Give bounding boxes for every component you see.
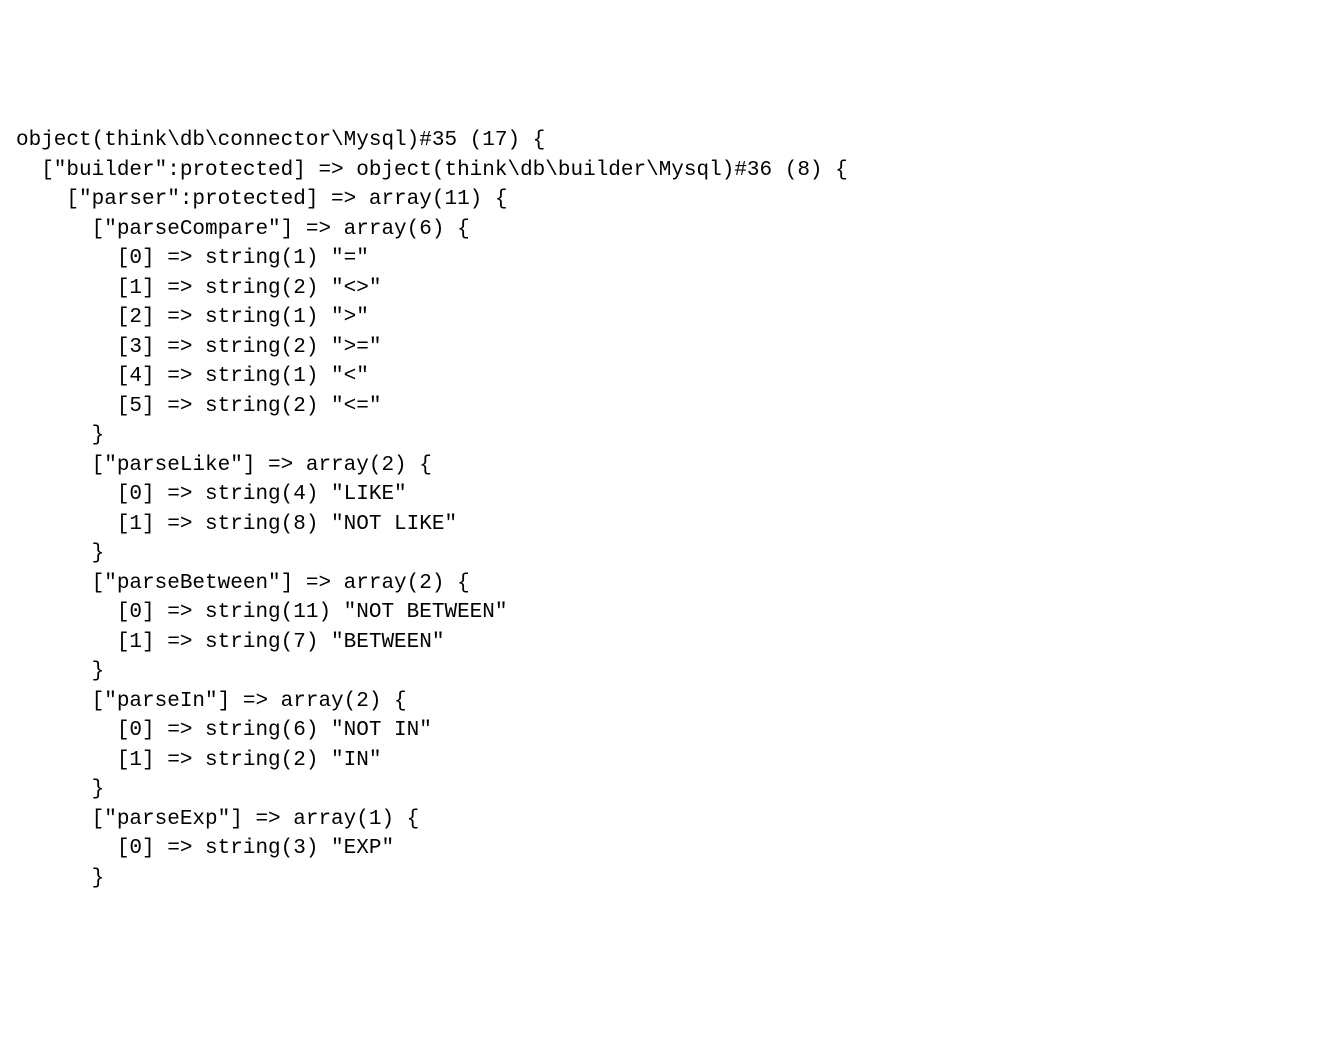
dump-line: [0] => string(6) "NOT IN" <box>16 719 432 742</box>
dump-line: ["parseLike"] => array(2) { <box>16 454 432 477</box>
dump-line: } <box>16 660 104 683</box>
dump-line: [4] => string(1) "<" <box>16 365 369 388</box>
dump-line: } <box>16 778 104 801</box>
dump-line: [0] => string(3) "EXP" <box>16 837 394 860</box>
dump-line: } <box>16 542 104 565</box>
dump-line: [0] => string(11) "NOT BETWEEN" <box>16 601 507 624</box>
dump-line: } <box>16 867 104 890</box>
dump-line: [0] => string(4) "LIKE" <box>16 483 407 506</box>
dump-line: ["parseBetween"] => array(2) { <box>16 572 470 595</box>
dump-line: ["parseExp"] => array(1) { <box>16 808 419 831</box>
dump-line: [1] => string(8) "NOT LIKE" <box>16 513 457 536</box>
dump-line: [2] => string(1) ">" <box>16 306 369 329</box>
dump-line: [0] => string(1) "=" <box>16 247 369 270</box>
dump-line: object(think\db\connector\Mysql)#35 (17)… <box>16 129 545 152</box>
dump-line: [1] => string(2) "IN" <box>16 749 381 772</box>
dump-line: ["parser":protected] => array(11) { <box>16 188 507 211</box>
dump-line: ["parseIn"] => array(2) { <box>16 690 407 713</box>
dump-line: [5] => string(2) "<=" <box>16 395 381 418</box>
dump-line: [1] => string(7) "BETWEEN" <box>16 631 444 654</box>
dump-line: ["parseCompare"] => array(6) { <box>16 218 470 241</box>
dump-line: [3] => string(2) ">=" <box>16 336 381 359</box>
dump-line: } <box>16 424 104 447</box>
dump-line: [1] => string(2) "<>" <box>16 277 381 300</box>
php-var-dump-output: object(think\db\connector\Mysql)#35 (17)… <box>16 126 1321 893</box>
dump-line: ["builder":protected] => object(think\db… <box>16 159 848 182</box>
